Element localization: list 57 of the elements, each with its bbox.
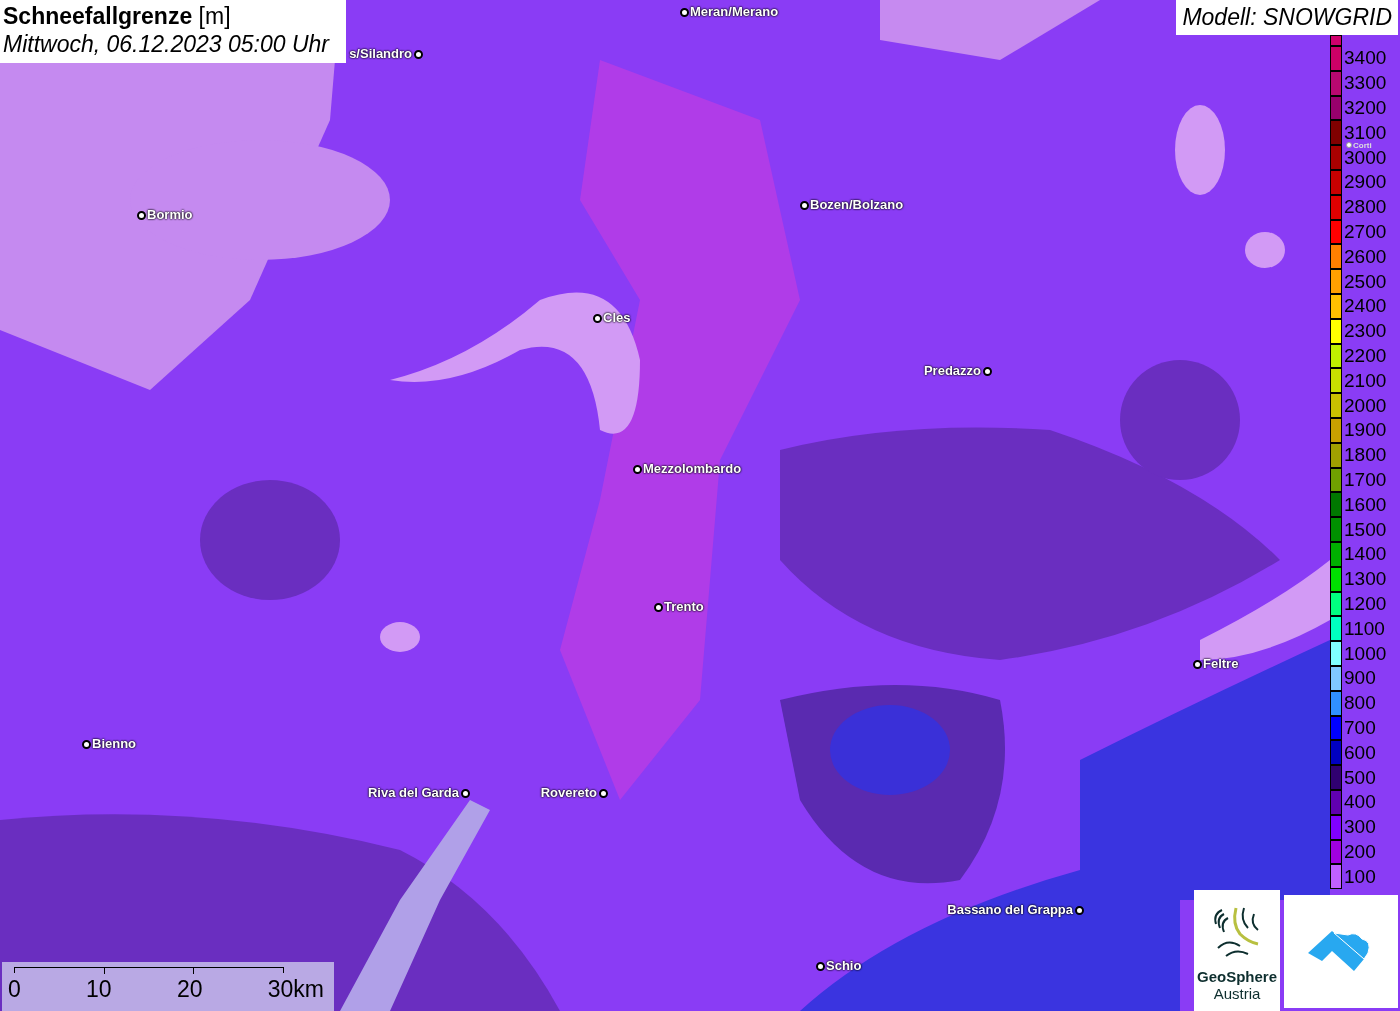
legend-label: 2200 [1344, 346, 1387, 365]
legend-label: 3400 [1344, 49, 1387, 68]
legend-label: 3100 [1344, 123, 1387, 142]
legend-label: 800 [1344, 694, 1376, 713]
scale-label: 30km [267, 975, 324, 1004]
legend-label: 2300 [1344, 322, 1387, 341]
place-label: Schio [826, 957, 862, 975]
map-timestamp: Mittwoch, 06.12.2023 05:00 Uhr [3, 30, 331, 59]
place-label: Rovereto [540, 784, 597, 802]
place-label: Mezzolombardo [643, 460, 742, 478]
legend-label: 2100 [1344, 371, 1387, 390]
scale-label: 20 [176, 975, 203, 1004]
legend-label: 1800 [1344, 446, 1387, 465]
legend-label: 2400 [1344, 297, 1387, 316]
legend-label: 1300 [1344, 570, 1387, 589]
legend-label: 500 [1344, 768, 1376, 787]
legend-label: 1700 [1344, 470, 1387, 489]
legend-label: 2600 [1344, 247, 1387, 266]
legend-label: 400 [1344, 793, 1376, 812]
place-label: Trento [664, 598, 704, 616]
place-label: Bormio [147, 206, 193, 224]
map-title: Schneefallgrenze [m] [3, 3, 232, 30]
place-label: Riva del Garda [367, 784, 459, 802]
legend-label: 100 [1344, 867, 1376, 886]
legend-label: 1200 [1344, 594, 1387, 613]
legend-label: 200 [1344, 842, 1376, 861]
legend-label: 2900 [1344, 173, 1387, 192]
legend-label: 2700 [1344, 222, 1387, 241]
place-label: Bienno [92, 735, 137, 753]
legend-label: 1900 [1344, 421, 1387, 440]
place-label: Feltre [1203, 655, 1239, 673]
legend-label: 600 [1344, 743, 1376, 762]
legend-label: 2800 [1344, 198, 1387, 217]
model-label: Modell: SNOWGRID [1176, 0, 1398, 35]
place-label: s/Silandro [349, 45, 412, 63]
scale-label: 10 [86, 975, 112, 1004]
place-label: Bozen/Bolzano [810, 196, 904, 214]
legend-label: 2500 [1344, 272, 1387, 291]
scale-label: 0 [8, 975, 21, 1004]
legend-label: 900 [1344, 669, 1376, 688]
legend-label: 1000 [1344, 644, 1387, 663]
place-label: Meran/Merano [690, 3, 779, 21]
legend-label: 3000 [1344, 148, 1387, 167]
legend-label: 1600 [1344, 495, 1387, 514]
legend-label: 1400 [1344, 545, 1387, 564]
place-label: Predazzo [923, 362, 981, 380]
legend-label: 1100 [1344, 619, 1385, 638]
place-label: Corti [1353, 142, 1372, 149]
legend-label: 300 [1344, 818, 1376, 837]
legend-label: 1500 [1344, 520, 1387, 539]
legend-label: 700 [1344, 718, 1376, 737]
legend-label: 3300 [1344, 74, 1387, 93]
logo-subname: Austria [1213, 985, 1261, 1002]
legend-label: 2000 [1344, 396, 1387, 415]
logo-name: GeoSphere [1197, 968, 1277, 985]
legend-label: 3200 [1344, 99, 1387, 117]
place-label: Bassano del Grappa [947, 901, 1073, 919]
